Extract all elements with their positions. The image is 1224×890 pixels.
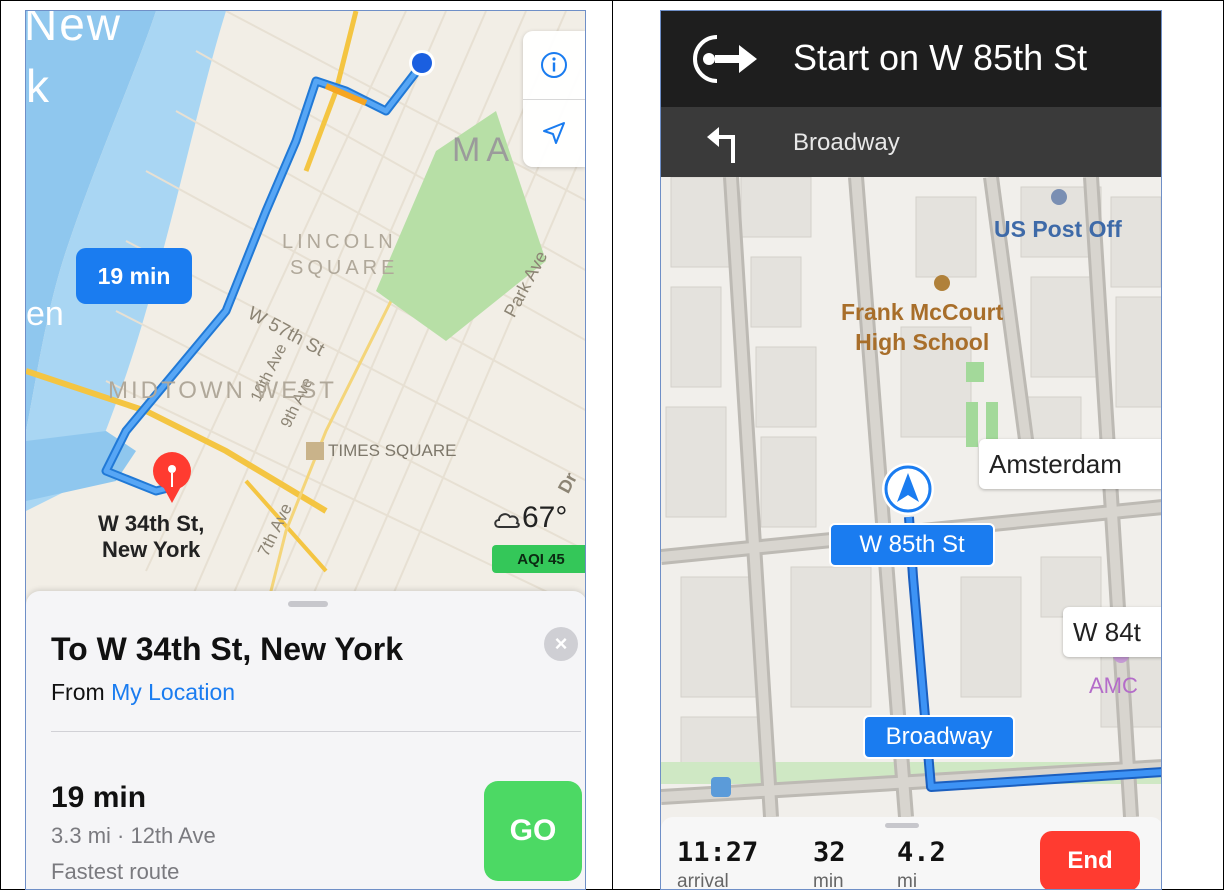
- map-label-midtown-west: MIDTOWN WEST: [108, 377, 337, 404]
- remaining-distance: 4.2: [897, 837, 946, 868]
- origin-prefix: From: [51, 679, 112, 705]
- school-line-1: Frank McCourt: [841, 299, 1004, 325]
- distance-label: mi: [897, 871, 918, 890]
- map-label-new: New: [25, 10, 123, 50]
- landmark-icon: [306, 442, 324, 460]
- map-controls: [523, 31, 585, 167]
- route-preview-screen: New k en MA LINCOLN SQUARE W 57th St Par…: [25, 10, 586, 890]
- minutes-label: min: [813, 871, 844, 890]
- street-label-broadway: Broadway: [863, 715, 1015, 759]
- info-icon: [541, 52, 567, 78]
- map-label-manhattan: MA: [452, 131, 515, 169]
- destination-title: To W 34th St, New York: [51, 631, 404, 667]
- arrival-label: arrival: [677, 871, 729, 890]
- aqi-badge: AQI 45: [492, 545, 585, 573]
- destination-line-1: W 34th St,: [98, 511, 205, 536]
- trip-summary-bar: 11:27 arrival 32 min 4.2 mi End: [661, 817, 1161, 890]
- sheet-separator: [51, 731, 581, 732]
- info-button[interactable]: [523, 31, 585, 99]
- instruction-text: Start on W 85th St: [793, 37, 1088, 78]
- next-instruction-bar[interactable]: Broadway: [661, 107, 1161, 177]
- weather-temp: 67°: [522, 501, 568, 534]
- street-label-w85: W 85th St: [829, 523, 995, 567]
- route-type: Fastest route: [51, 859, 180, 884]
- turn-left-icon: [707, 127, 735, 163]
- cloud-icon: [494, 513, 520, 529]
- end-button[interactable]: End: [1040, 831, 1140, 889]
- map-label-en: en: [26, 295, 64, 333]
- route-sheet: To W 34th St, New York × From My Locatio…: [26, 591, 585, 889]
- poi-school[interactable]: Frank McCourt High School: [841, 297, 1003, 357]
- street-label-w84: W 84t: [1063, 607, 1161, 657]
- remaining-minutes: 32: [813, 837, 846, 868]
- screenshot-frame: New k en MA LINCOLN SQUARE W 57th St Par…: [0, 0, 1224, 890]
- poi-post-office[interactable]: US Post Off: [994, 216, 1122, 243]
- map-label-times-square: TIMES SQUARE: [306, 441, 456, 461]
- summary-grabber[interactable]: [885, 823, 919, 828]
- origin-line: From My Location: [51, 679, 235, 706]
- route-distance: 3.3 mi · 12th Ave: [51, 823, 216, 848]
- sheet-grabber[interactable]: [288, 601, 328, 607]
- arrival-time: 11:27: [677, 837, 759, 868]
- destination-line-2: New York: [102, 537, 201, 562]
- destination-label[interactable]: W 34th St, New York: [98, 511, 204, 563]
- location-arrow-icon: [543, 122, 565, 144]
- route-duration: 19 min: [51, 781, 147, 814]
- start-route-icon: [693, 35, 757, 83]
- next-instruction-text: Broadway: [793, 129, 900, 156]
- close-button[interactable]: ×: [544, 627, 578, 661]
- origin-link[interactable]: My Location: [111, 679, 235, 705]
- table-divider: [612, 0, 613, 890]
- map-label-k: k: [26, 60, 49, 112]
- weather-widget: 67°: [492, 501, 567, 535]
- map-label-lincoln: LINCOLN: [282, 231, 397, 253]
- times-square-text: TIMES SQUARE: [328, 441, 457, 460]
- track-location-button[interactable]: [523, 99, 585, 167]
- go-button[interactable]: GO: [484, 781, 582, 881]
- navigation-screen: Start on W 85th St Broadway US Post Off …: [660, 10, 1162, 890]
- map-label-square: SQUARE: [290, 257, 399, 279]
- poi-amc[interactable]: AMC: [1089, 673, 1138, 699]
- route-time-bubble[interactable]: 19 min: [76, 248, 192, 304]
- instruction-banner[interactable]: Start on W 85th St: [661, 11, 1161, 107]
- street-label-amsterdam: Amsterdam: [979, 439, 1161, 489]
- school-line-2: High School: [855, 329, 990, 355]
